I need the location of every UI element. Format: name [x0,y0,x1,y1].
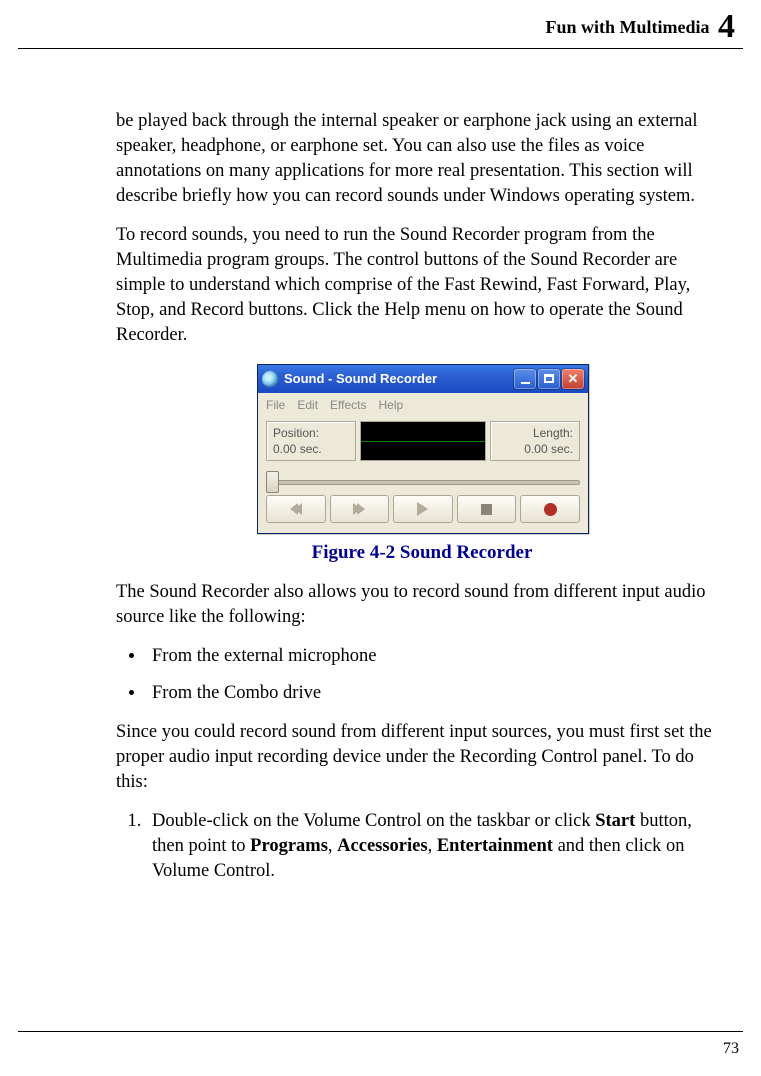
slider-track [266,480,580,485]
minimize-button[interactable] [514,369,536,389]
position-label: Position: [273,425,349,441]
figure-caption: Figure 4-2 Sound Recorder [116,540,728,566]
start-bold: Start [595,811,635,831]
playback-slider[interactable] [266,469,580,489]
maximize-icon [544,374,554,383]
step-text: , [328,836,337,856]
page-content: be played back through the internal spea… [18,49,728,884]
close-icon: ✕ [568,370,579,388]
window-titlebar[interactable]: Sound - Sound Recorder ✕ [258,365,588,393]
record-icon [544,503,557,516]
bullet-list: From the external microphone From the Co… [116,644,728,706]
stop-icon [481,504,492,515]
app-icon [262,371,278,387]
maximize-button[interactable] [538,369,560,389]
stop-button[interactable] [457,495,517,523]
list-item: From the Combo drive [146,681,728,706]
sound-recorder-window: Sound - Sound Recorder ✕ File Edit Effec… [257,364,589,535]
rewind-button[interactable] [266,495,326,523]
play-icon [417,502,428,516]
paragraph-4: Since you could record sound from differ… [116,720,728,795]
play-button[interactable] [393,495,453,523]
length-box: Length: 0.00 sec. [490,421,580,461]
paragraph-3: The Sound Recorder also allows you to re… [116,580,728,630]
waveform-display [360,421,486,461]
window-body: Position: 0.00 sec. Length: 0.00 sec. [258,417,588,533]
slider-thumb[interactable] [266,471,279,493]
paragraph-2: To record sounds, you need to run the So… [116,223,728,348]
position-value: 0.00 sec. [273,441,349,457]
page-number: 73 [723,1040,739,1058]
menu-effects[interactable]: Effects [330,397,366,413]
length-label: Length: [497,425,573,441]
list-item: From the external microphone [146,644,728,669]
chapter-number: 4 [714,8,735,45]
close-button[interactable]: ✕ [562,369,584,389]
menu-bar: File Edit Effects Help [258,393,588,417]
step-text: Double-click on the Volume Control on th… [152,811,595,831]
record-button[interactable] [520,495,580,523]
menu-help[interactable]: Help [379,397,404,413]
step-text: , [428,836,437,856]
menu-file[interactable]: File [266,397,285,413]
forward-button[interactable] [330,495,390,523]
numbered-steps: Double-click on the Volume Control on th… [116,809,728,884]
forward-icon [357,503,365,515]
length-value: 0.00 sec. [497,441,573,457]
accessories-bold: Accessories [337,836,427,856]
minimize-icon [521,382,530,384]
window-title: Sound - Sound Recorder [284,370,512,388]
paragraph-1: be played back through the internal spea… [116,109,728,209]
menu-edit[interactable]: Edit [297,397,318,413]
figure-sound-recorder: Sound - Sound Recorder ✕ File Edit Effec… [257,364,587,535]
footer-rule [18,1031,743,1032]
step-1: Double-click on the Volume Control on th… [146,809,728,884]
header-title: Fun with Multimedia [545,17,709,37]
programs-bold: Programs [250,836,328,856]
running-header: Fun with Multimedia 4 [18,0,743,49]
rewind-icon [294,503,302,515]
entertainment-bold: Entertainment [437,836,553,856]
position-box: Position: 0.00 sec. [266,421,356,461]
